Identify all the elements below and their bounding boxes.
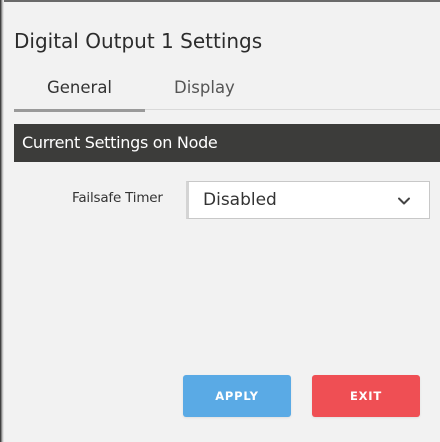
apply-button[interactable]: APPLY (183, 375, 291, 417)
apply-button-label: APPLY (215, 389, 259, 403)
settings-dialog: Digital Output 1 Settings General Displa… (0, 0, 440, 442)
failsafe-timer-label: Failsafe Timer (72, 190, 163, 206)
failsafe-timer-select[interactable]: Disabled (186, 181, 430, 219)
section-header-current-settings: Current Settings on Node (14, 124, 440, 162)
exit-button[interactable]: EXIT (312, 375, 420, 417)
dialog-title: Digital Output 1 Settings (14, 29, 263, 53)
window-top-border (0, 0, 440, 2)
chevron-down-icon (395, 192, 413, 210)
tab-general[interactable]: General (14, 78, 145, 112)
window-left-border (0, 0, 4, 442)
tab-divider (145, 109, 440, 110)
exit-button-label: EXIT (349, 389, 383, 403)
tab-display[interactable]: Display (174, 78, 235, 98)
tab-bar: General Display (14, 72, 440, 112)
failsafe-timer-value: Disabled (203, 190, 277, 210)
